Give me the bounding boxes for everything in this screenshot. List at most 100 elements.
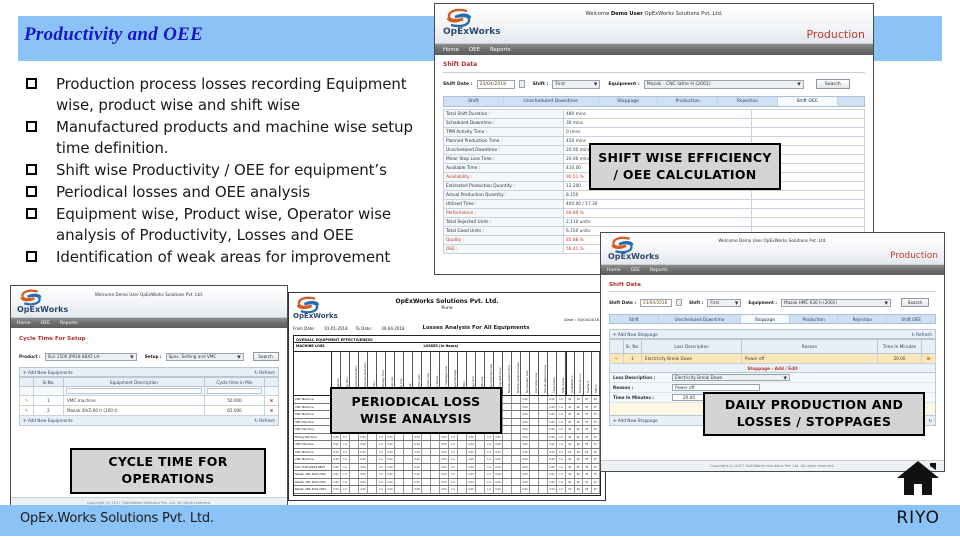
shift-date-input[interactable]: 23/04/2018: [476, 79, 515, 89]
report-cell: 0.00: [359, 486, 368, 493]
menu-item-oee[interactable]: OEE: [41, 321, 50, 326]
report-cell: 1.0: [557, 403, 566, 410]
report-cell: 1.0: [557, 478, 566, 485]
report-cell: [431, 471, 440, 478]
menu-item-home[interactable]: Home: [607, 268, 621, 273]
tab-shift[interactable]: Shift: [610, 315, 659, 323]
report-cell: 1.0: [341, 433, 350, 440]
grid-toolbar-top[interactable]: ✛ Add New Equipments ↻ Refresh: [19, 367, 279, 377]
add-new-equipments-button-bottom[interactable]: ✛ Add New Equipments: [23, 418, 73, 423]
product-select[interactable]: SLU 1500 JP918 88X5 LH ▾: [44, 352, 137, 361]
tab-unscheduled-downtime[interactable]: Unscheduled Downtime: [659, 315, 741, 323]
equipment-select[interactable]: Mazak - CNC lathe H (2001) ▾: [643, 79, 804, 89]
equipment-select[interactable]: Mazak HMC 630 h (2001) ▾: [780, 298, 891, 307]
tab-shift-oee[interactable]: Shift OEE: [777, 97, 838, 106]
report-kpi-cell: 66: [575, 411, 583, 418]
app-menubar[interactable]: Home OEE Reports: [11, 318, 287, 328]
reason-input[interactable]: Power off: [672, 384, 760, 391]
shift-date-input[interactable]: 23/04/2018: [640, 298, 672, 307]
refresh-button[interactable]: ↻ Refresh: [254, 370, 275, 375]
refresh-button[interactable]: ↻ Refresh: [911, 332, 932, 337]
add-new-equipments-button[interactable]: ✛ Add New Equipments: [23, 370, 73, 375]
module-label: Production: [890, 251, 938, 261]
menu-item-home[interactable]: Home: [17, 321, 31, 326]
tab-production[interactable]: Production: [790, 315, 839, 323]
filter-equipment-input[interactable]: [63, 386, 205, 396]
tab-shift-oee[interactable]: Shift OEE: [887, 315, 935, 323]
menu-item-reports[interactable]: Reports: [60, 321, 78, 326]
tab-stoppage[interactable]: Stoppage: [599, 97, 659, 106]
delete-icon[interactable]: ✖: [921, 353, 936, 364]
calendar-icon[interactable]: [518, 80, 525, 88]
time-in-minutes-input[interactable]: 20.00: [672, 394, 706, 401]
stoppage-table: Sr. No. Loss Description Reason Time In …: [609, 339, 936, 364]
report-kpi-cell: 50: [592, 396, 600, 403]
report-cell: [458, 463, 467, 470]
refresh-button-bottom[interactable]: ↻: [928, 418, 932, 423]
add-new-stoppage-button[interactable]: ✛ Add New Stoppage: [613, 332, 658, 337]
tab-rejection[interactable]: Rejection: [838, 315, 888, 323]
report-kpi-cell: 66: [575, 463, 583, 470]
search-button[interactable]: Search: [900, 298, 929, 307]
tab-stoppage[interactable]: Stoppage: [740, 315, 790, 323]
report-cell: [368, 478, 377, 485]
filter-cycle-input[interactable]: [204, 386, 265, 396]
report-cell: 0.00: [440, 433, 449, 440]
report-cell: [395, 448, 404, 455]
report-cell: [404, 441, 413, 448]
calendar-icon[interactable]: [676, 299, 682, 306]
report-cell: [350, 486, 359, 493]
app-brand: OpExWorks: [17, 305, 69, 314]
chevron-down-icon: ▾: [783, 374, 787, 381]
edit-icon[interactable]: ✎: [609, 353, 624, 364]
report-cell: [368, 486, 377, 493]
menu-item-oee[interactable]: OEE: [469, 47, 480, 53]
tab-shift[interactable]: Shift: [444, 97, 504, 106]
report-cell: [395, 478, 404, 485]
report-kpi-cell: 85: [583, 478, 592, 485]
report-cell: [512, 411, 521, 418]
grid-toolbar-bottom[interactable]: ✛ Add New Equipments ↻ Refresh: [19, 416, 279, 426]
add-new-stoppage-button-bottom[interactable]: ✛ Add New Stoppage: [613, 418, 658, 423]
report-cell: [395, 471, 404, 478]
table-filter-row[interactable]: [19, 386, 279, 396]
edit-icon[interactable]: ✎: [19, 395, 34, 406]
report-cell: 0.00: [548, 433, 557, 440]
app-menubar[interactable]: Home OEE Reports: [601, 265, 944, 275]
search-button[interactable]: Search: [252, 352, 279, 361]
shift-select[interactable]: First ▾: [707, 298, 742, 307]
tab-production[interactable]: Production: [658, 97, 719, 106]
tab-rejection[interactable]: Rejection: [718, 97, 778, 106]
loss-description-select[interactable]: Electricity Break Down ▾: [672, 374, 790, 381]
report-kpi-column-header: OEE %: [592, 352, 600, 395]
report-cell: 1.0: [557, 396, 566, 403]
home-icon[interactable]: [896, 459, 940, 497]
tab-bar[interactable]: Shift Unscheduled Downtime Stoppage Prod…: [609, 314, 936, 324]
report-cell: [404, 463, 413, 470]
report-machine-name: Mazak CNC 4IVZ 2001: [294, 471, 332, 478]
tab-bar[interactable]: Shift Unscheduled Downtime Stoppage Prod…: [443, 96, 865, 107]
search-button[interactable]: Search: [815, 79, 850, 89]
setup-select[interactable]: Spec. Setting and VMC ▾: [165, 352, 244, 361]
report-cell: [395, 433, 404, 440]
report-cell: 1.0: [557, 441, 566, 448]
report-cell: [530, 478, 539, 485]
grid-toolbar-top[interactable]: ✛ Add New Stoppage ↻ Refresh: [609, 329, 936, 339]
refresh-button-bottom[interactable]: ↻ Refresh: [254, 418, 275, 423]
report-cell: 0.00: [359, 471, 368, 478]
loss-description-value: Electricity Break Down: [675, 375, 723, 380]
shift-select[interactable]: First ▾: [552, 79, 601, 89]
menu-item-reports[interactable]: Reports: [650, 268, 668, 273]
delete-icon[interactable]: ✖: [264, 395, 279, 406]
shift-date-label: Shift Date :: [609, 300, 636, 305]
menu-item-reports[interactable]: Reports: [490, 47, 511, 53]
delete-icon[interactable]: ✖: [264, 405, 279, 416]
menu-item-home[interactable]: Home: [443, 47, 459, 53]
menu-item-oee[interactable]: OEE: [631, 268, 640, 273]
app-menubar[interactable]: Home OEE Reports: [435, 44, 873, 55]
report-cell: 0.00: [494, 441, 503, 448]
report-cell: [530, 463, 539, 470]
report-kpi-column-label: Quality %: [587, 380, 591, 393]
edit-icon[interactable]: ✎: [19, 405, 34, 416]
tab-unscheduled-downtime[interactable]: Unscheduled Downtime: [504, 97, 599, 106]
